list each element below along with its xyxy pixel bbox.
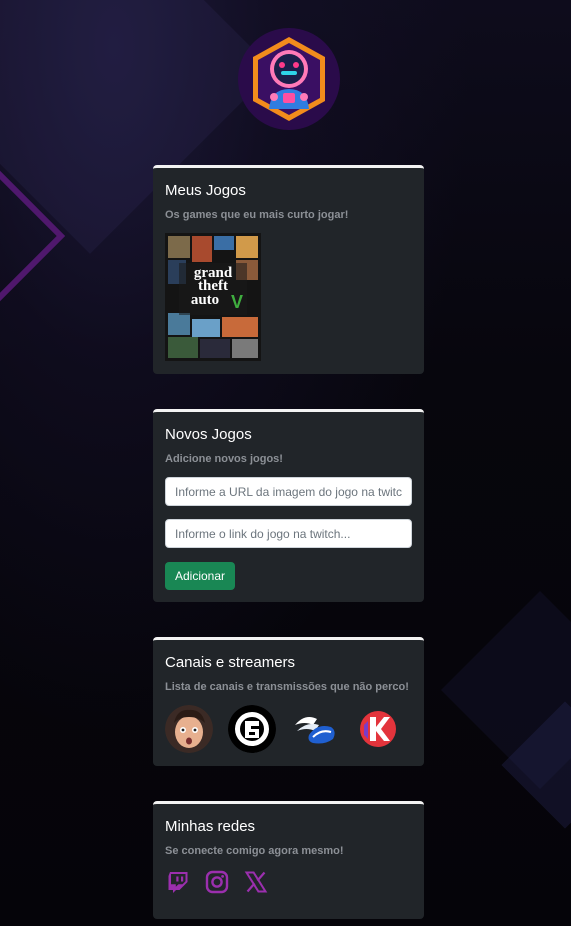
social-title: Minhas redes [165, 818, 256, 835]
add-game-button[interactable]: Adicionar [165, 562, 236, 590]
gta-cover-text: V [231, 292, 243, 312]
channel-red-k[interactable] [354, 705, 402, 753]
my-games-card: Meus Jogos Os games que eu mais curto jo… [153, 165, 424, 374]
red-k-logo [360, 711, 396, 747]
channel-rainbow-six[interactable] [228, 705, 276, 753]
page: Meus Jogos Os games que eu mais curto jo… [0, 0, 571, 926]
streamer-face-avatar [165, 705, 213, 753]
game-link-input[interactable] [165, 519, 412, 548]
channels-card: Canais e streamers Lista de canais e tra… [153, 637, 424, 766]
new-games-subtitle: Adicione novos jogos! [165, 453, 283, 465]
gta-v-cover: grand theft auto V [165, 233, 261, 361]
x-icon [244, 871, 268, 893]
new-games-title: Novos Jogos [165, 426, 252, 443]
channels-list [165, 705, 412, 753]
channel-winged-helmet[interactable] [291, 705, 339, 753]
background-shape [501, 701, 571, 829]
rainbow-six-siege-logo [228, 705, 276, 753]
background-shape [441, 591, 571, 789]
x-link[interactable] [243, 869, 269, 895]
new-games-card: Novos Jogos Adicione novos jogos! Adicio… [153, 409, 424, 602]
background-shape [0, 156, 66, 316]
social-links [165, 869, 412, 895]
astronaut-logo-icon [253, 37, 325, 121]
my-games-subtitle: Os games que eu mais curto jogar! [165, 209, 349, 221]
gta-cover-text: auto [191, 292, 219, 308]
game-image-url-input[interactable] [165, 477, 412, 506]
social-subtitle: Se conecte comigo agora mesmo! [165, 845, 344, 857]
channel-streamer-face[interactable] [165, 705, 213, 753]
instagram-icon [205, 870, 229, 894]
profile-avatar [238, 28, 340, 130]
twitch-icon [168, 872, 188, 893]
instagram-link[interactable] [204, 869, 230, 895]
social-card: Minhas redes Se conecte comigo agora mes… [153, 801, 424, 919]
winged-helmet-logo [295, 717, 335, 744]
twitch-link[interactable] [165, 869, 191, 895]
channels-title: Canais e streamers [165, 654, 296, 671]
game-cover-gta-v[interactable]: grand theft auto V [165, 233, 261, 361]
my-games-title: Meus Jogos [165, 182, 246, 199]
channels-subtitle: Lista de canais e transmissões que não p… [165, 681, 409, 693]
